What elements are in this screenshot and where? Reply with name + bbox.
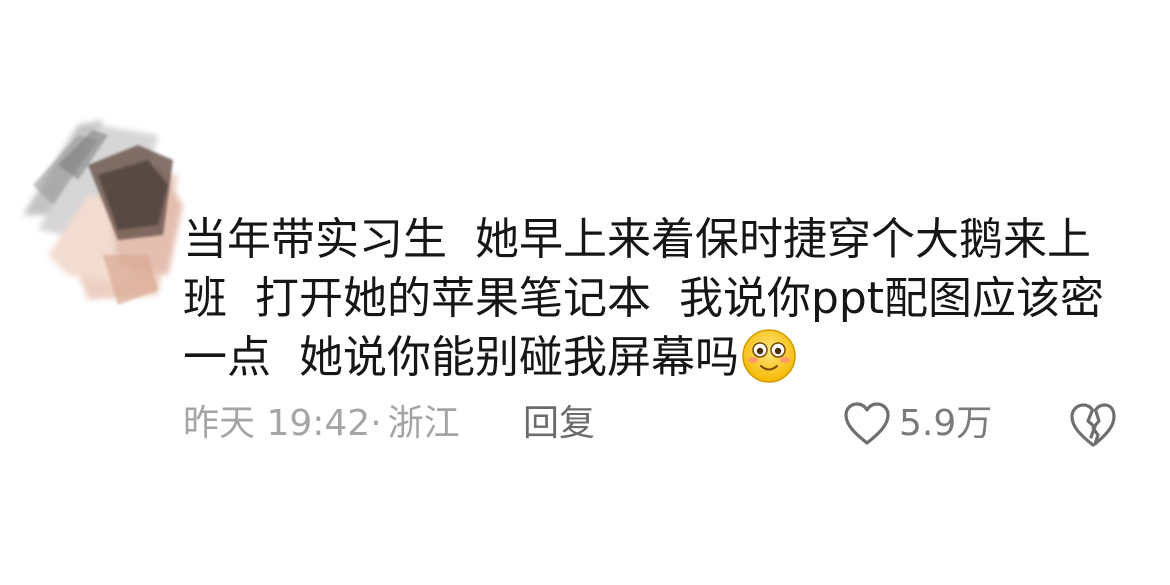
blushing-smiley-face-icon: [742, 329, 796, 383]
broken-heart-outline-icon[interactable]: [1068, 400, 1118, 450]
comment-text: 当年带实习生 她早上来着保时捷穿个大鹅来上班 打开她的苹果笔记本 我说你ppt配…: [183, 214, 1105, 383]
like-button[interactable]: 5.9万: [843, 398, 992, 450]
comment-body: 当年带实习生 她早上来着保时捷穿个大鹅来上班 打开她的苹果笔记本 我说你ppt配…: [183, 210, 1133, 387]
heart-outline-icon: [844, 402, 890, 445]
like-count: 5.9万: [899, 403, 993, 444]
user-avatar[interactable]: [8, 105, 188, 310]
meta-separator: ·: [370, 403, 382, 444]
comment-meta: 昨天 19:42· 浙江: [183, 398, 460, 450]
comment-location: 浙江: [387, 403, 460, 444]
comment-time: 昨天 19:42: [183, 403, 371, 444]
reply-button[interactable]: 回复: [523, 398, 595, 450]
